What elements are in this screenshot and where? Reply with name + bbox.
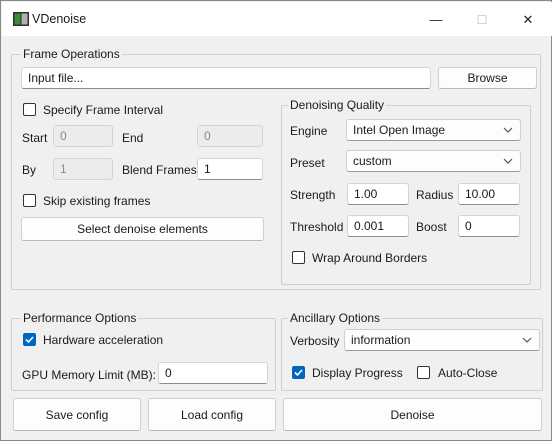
close-button[interactable]: ✕ — [505, 3, 551, 36]
verbosity-label: Verbosity — [290, 334, 340, 348]
radius-field[interactable]: 10.00 — [458, 183, 520, 205]
display-progress-checkbox[interactable] — [292, 366, 305, 379]
specify-frame-interval-checkbox[interactable] — [23, 103, 36, 116]
frame-operations-legend: Frame Operations — [21, 47, 122, 61]
auto-close-checkbox[interactable] — [417, 366, 430, 379]
ancillary-options-legend: Ancillary Options — [288, 311, 383, 325]
minimize-icon: — — [429, 12, 443, 27]
title-bar: VDenoise — ☐ ✕ — [2, 2, 552, 36]
preset-select[interactable]: custom — [346, 150, 521, 172]
start-field[interactable]: 0 — [53, 125, 113, 147]
save-config-button[interactable]: Save config — [13, 398, 141, 431]
checkmark-icon — [25, 336, 34, 344]
strength-label: Strength — [290, 188, 336, 202]
strength-field[interactable]: 1.00 — [347, 183, 409, 205]
chevron-down-icon — [522, 337, 532, 343]
verbosity-select-value: information — [351, 333, 411, 347]
minimize-button[interactable]: — — [413, 3, 459, 36]
engine-select[interactable]: Intel Open Image — [346, 119, 521, 141]
display-progress-label: Display Progress — [312, 366, 403, 380]
start-label: Start — [22, 131, 48, 145]
threshold-field[interactable]: 0.001 — [347, 215, 409, 237]
preset-select-value: custom — [353, 154, 392, 168]
boost-field[interactable]: 0 — [458, 215, 520, 237]
window-title: VDenoise — [32, 12, 87, 26]
checkmark-icon — [294, 369, 303, 377]
blend-frames-label: Blend Frames — [122, 163, 197, 177]
maximize-button[interactable]: ☐ — [459, 3, 505, 36]
wrap-around-borders-checkbox[interactable] — [292, 251, 305, 264]
threshold-label: Threshold — [290, 220, 344, 234]
boost-label: Boost — [416, 220, 447, 234]
close-icon: ✕ — [522, 11, 534, 27]
radius-label: Radius — [416, 188, 454, 202]
gpu-memory-limit-field[interactable]: 0 — [158, 362, 268, 384]
chevron-down-icon — [503, 158, 513, 164]
load-config-button[interactable]: Load config — [148, 398, 276, 431]
app-icon — [13, 12, 29, 26]
by-label: By — [22, 163, 37, 177]
skip-existing-frames-checkbox[interactable] — [23, 194, 36, 207]
blend-frames-field[interactable]: 1 — [197, 158, 263, 180]
end-label: End — [122, 131, 144, 145]
by-field[interactable]: 1 — [53, 158, 113, 180]
hardware-acceleration-checkbox[interactable] — [23, 333, 36, 346]
end-field[interactable]: 0 — [197, 125, 263, 147]
input-file-field[interactable]: Input file... — [21, 67, 431, 89]
app-window: VDenoise — ☐ ✕ Frame Operations Input fi… — [0, 0, 552, 441]
browse-button[interactable]: Browse — [438, 67, 537, 89]
engine-select-value: Intel Open Image — [353, 123, 446, 137]
denoise-button[interactable]: Denoise — [283, 398, 542, 431]
auto-close-label: Auto-Close — [438, 366, 498, 380]
performance-options-legend: Performance Options — [21, 311, 139, 325]
wrap-around-borders-label: Wrap Around Borders — [312, 251, 428, 265]
skip-existing-frames-label: Skip existing frames — [43, 194, 151, 208]
gpu-memory-limit-label: GPU Memory Limit (MB): — [22, 368, 157, 382]
maximize-icon: ☐ — [476, 12, 488, 27]
preset-label: Preset — [290, 156, 325, 170]
specify-frame-interval-label: Specify Frame Interval — [43, 103, 164, 117]
chevron-down-icon — [503, 127, 513, 133]
engine-label: Engine — [290, 124, 328, 138]
denoising-quality-legend: Denoising Quality — [288, 98, 387, 112]
select-denoise-elements-button[interactable]: Select denoise elements — [21, 217, 264, 241]
verbosity-select[interactable]: information — [344, 329, 540, 351]
hardware-acceleration-label: Hardware acceleration — [43, 333, 164, 347]
